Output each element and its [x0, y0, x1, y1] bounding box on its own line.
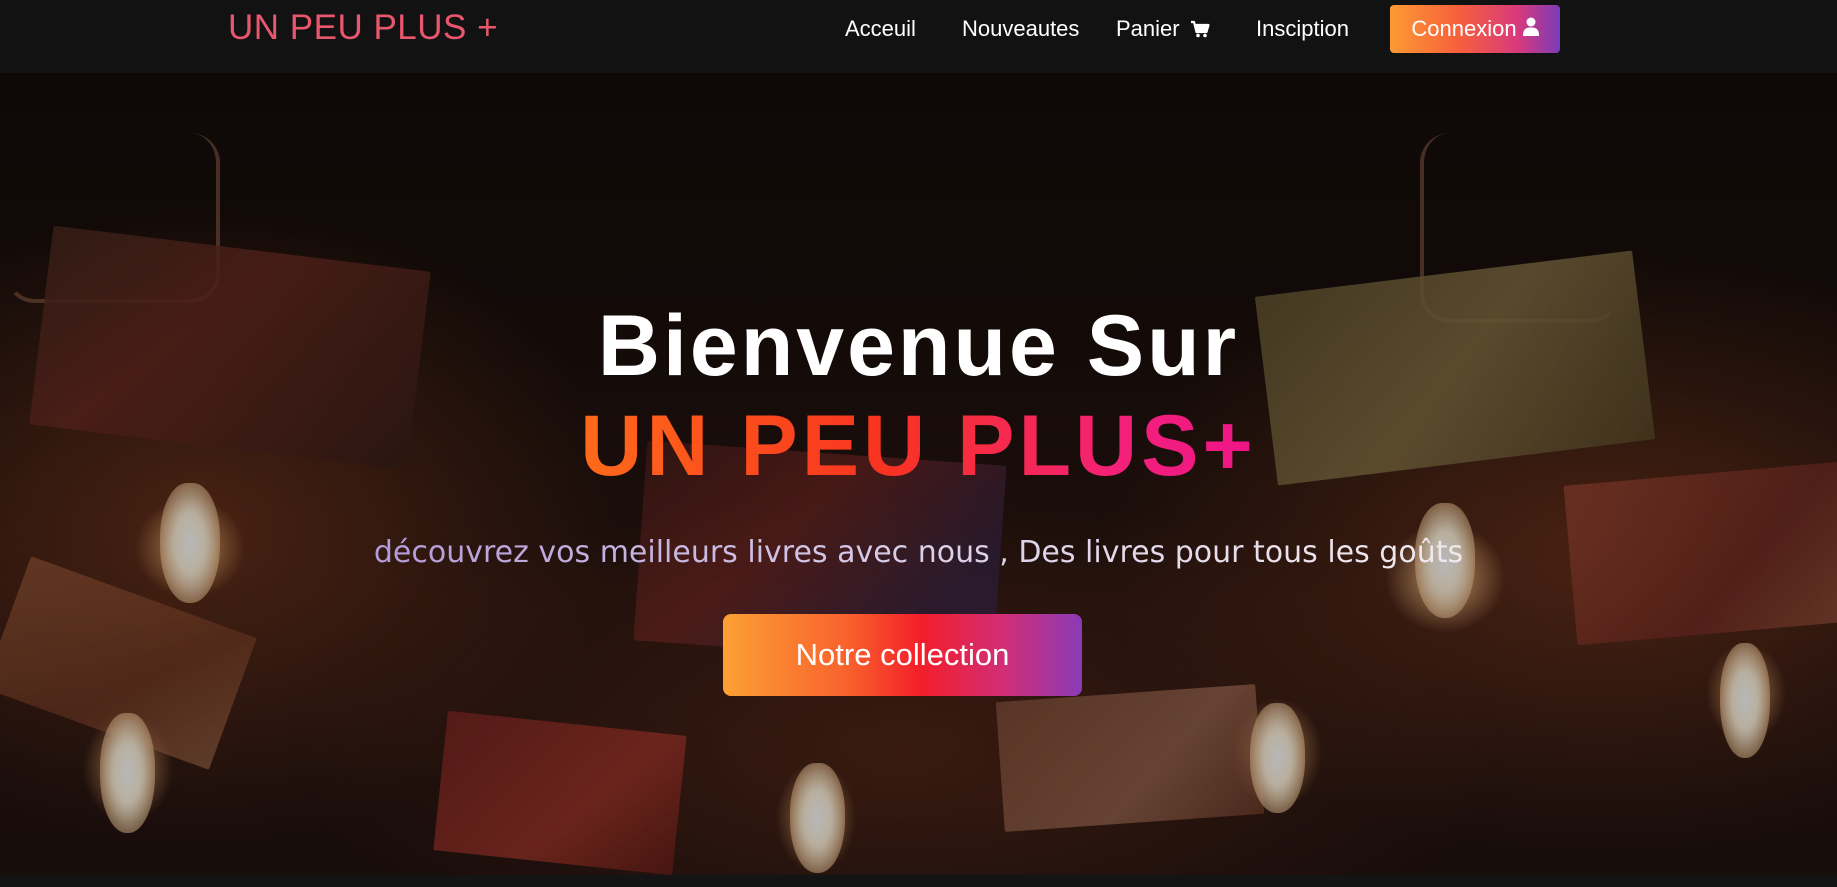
- nav-link-panier-label: Panier: [1116, 16, 1180, 41]
- navbar: UN PEU PLUS + Acceuil Nouveautes Panier …: [0, 0, 1837, 73]
- connexion-button[interactable]: Connexion: [1390, 5, 1560, 53]
- hero-title: Bienvenue Sur: [597, 298, 1240, 394]
- hero-section: Bienvenue Sur UN PEU PLUS+ découvrez vos…: [0, 73, 1837, 875]
- nav-link-accueil[interactable]: Acceuil: [845, 16, 916, 42]
- connexion-button-label: Connexion: [1411, 16, 1517, 41]
- user-icon: [1522, 16, 1539, 42]
- hero-brand-name: UN PEU PLUS+: [0, 403, 1837, 489]
- hero-tagline: découvrez vos meilleurs livres avec nous…: [0, 538, 1837, 568]
- shopping-cart-icon: [1190, 18, 1210, 44]
- brand-logo-text[interactable]: UN PEU PLUS +: [228, 8, 498, 48]
- hero-tagline-text: découvrez vos meilleurs livres avec nous…: [373, 535, 1464, 570]
- nav-link-panier[interactable]: Panier: [1116, 16, 1210, 44]
- nav-link-nouveautes[interactable]: Nouveautes: [962, 16, 1079, 42]
- nav-link-inscription[interactable]: Insciption: [1256, 16, 1349, 42]
- collection-button[interactable]: Notre collection: [723, 614, 1082, 696]
- page-bottom-strip: [0, 875, 1837, 887]
- hero-brand-text: UN PEU PLUS+: [580, 398, 1257, 494]
